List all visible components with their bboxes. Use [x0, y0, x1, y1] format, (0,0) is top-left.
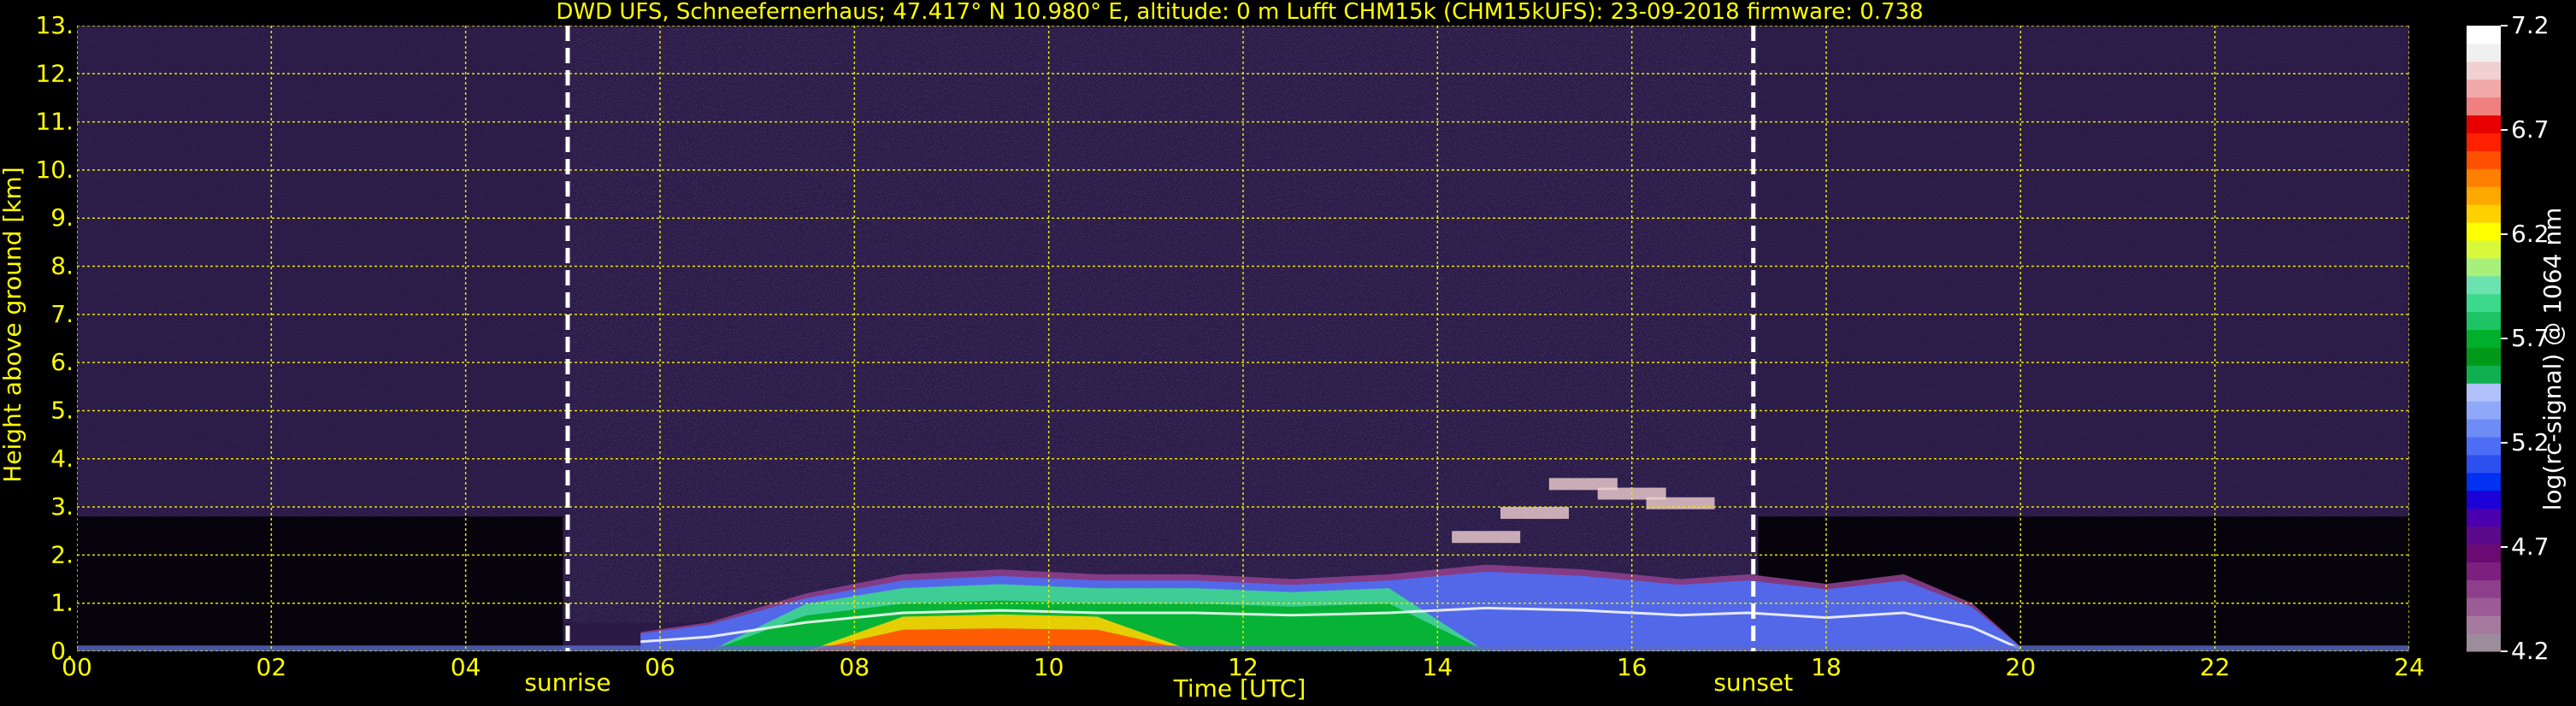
y-tick-label: 2. — [50, 540, 74, 568]
colorbar-segment — [2467, 168, 2501, 187]
x-tick-label: 04 — [451, 653, 481, 681]
night-noise-left — [77, 26, 563, 517]
colorbar-segment — [2467, 508, 2501, 527]
y-tick-label: 11. — [35, 108, 74, 136]
y-tick-label: 9. — [50, 203, 74, 232]
colorbar-segment — [2467, 257, 2501, 277]
colorbar-segment — [2467, 26, 2501, 44]
colorbar-segment — [2467, 239, 2501, 259]
colorbar-segment — [2467, 615, 2501, 634]
colorbar-segment — [2467, 633, 2501, 652]
colorbar-segment — [2467, 150, 2501, 169]
chart-title: DWD UFS, Schneefernerhaus; 47.417° N 10.… — [556, 0, 1923, 25]
colorbar-segment — [2467, 562, 2501, 580]
colorbar-segment — [2467, 275, 2501, 295]
marker-label-sunrise: sunrise — [524, 668, 610, 697]
x-tick-label: 06 — [645, 653, 675, 681]
colorbar-segment — [2467, 490, 2501, 509]
colorbar-segment — [2467, 186, 2501, 205]
x-tick-label: 20 — [2006, 653, 2037, 681]
colorbar-tick-label: 7.2 — [2511, 11, 2549, 39]
colorbar-segment — [2467, 580, 2501, 598]
colorbar-segment — [2467, 365, 2501, 384]
colorbar-segment — [2467, 437, 2501, 456]
x-tick-label: 18 — [1811, 653, 1842, 681]
y-tick-label: 5. — [50, 396, 74, 424]
colorbar-tick-label: 4.7 — [2511, 532, 2549, 561]
colorbar — [2467, 26, 2501, 652]
colorbar-segment — [2467, 132, 2501, 151]
x-tick-label: 24 — [2394, 653, 2425, 681]
colorbar-segment — [2467, 311, 2501, 331]
colorbar-segment — [2467, 472, 2501, 491]
colorbar-segment — [2467, 293, 2501, 313]
colorbar-segment — [2467, 204, 2501, 223]
cloud-patch — [1500, 507, 1569, 520]
y-tick-label: 12. — [35, 59, 74, 87]
y-tick-label: 0. — [50, 637, 74, 665]
colorbar-tick-label: 4.2 — [2511, 637, 2549, 665]
y-axis-label: Height above ground [km] — [0, 167, 27, 483]
colorbar-segment — [2467, 526, 2501, 545]
colorbar-segment — [2467, 383, 2501, 402]
x-axis-label: Time [UTC] — [1173, 674, 1306, 703]
y-tick-label: 8. — [50, 252, 74, 280]
y-tick-label: 13. — [35, 11, 74, 39]
x-tick-label: 14 — [1423, 653, 1453, 681]
daytime-noise — [563, 26, 1759, 623]
colorbar-segment — [2467, 79, 2501, 98]
colorbar-segment — [2467, 115, 2501, 133]
x-tick-label: 08 — [840, 653, 870, 681]
colorbar-segment — [2467, 222, 2501, 241]
y-tick-label: 1. — [50, 589, 74, 617]
y-tick-labels: 0. 1. 2. 3. 4. 5. 6. 7. 8. 9. 10. 11. 12. 13. — [35, 11, 74, 665]
plot-area — [77, 26, 2409, 651]
colorbar-segment — [2467, 544, 2501, 562]
colorbar-segment — [2467, 43, 2501, 62]
x-tick-label: 10 — [1034, 653, 1064, 681]
x-tick-label: 22 — [2200, 653, 2231, 681]
colorbar-segment — [2467, 61, 2501, 80]
marker-label-sunset: sunset — [1713, 668, 1793, 697]
x-tick-label: 02 — [256, 653, 287, 681]
colorbar-segment — [2467, 419, 2501, 438]
night-noise-right — [1758, 26, 2409, 517]
lidar-chart: DWD UFS, Schneefernerhaus; 47.417° N 10.… — [0, 0, 2567, 703]
colorbar-segment — [2467, 329, 2501, 348]
colorbar-segment — [2467, 454, 2501, 474]
colorbar-segment — [2467, 347, 2501, 366]
colorbar-segment — [2467, 97, 2501, 116]
y-tick-label: 3. — [50, 492, 74, 521]
colorbar-tick-label: 6.7 — [2511, 115, 2549, 144]
cloud-patch — [1452, 531, 1521, 544]
y-tick-label: 4. — [50, 444, 74, 473]
colorbar-segment — [2467, 597, 2501, 616]
x-tick-label: 16 — [1617, 653, 1648, 681]
y-tick-label: 7. — [50, 300, 74, 328]
colorbar-segment — [2467, 401, 2501, 420]
y-tick-label: 6. — [50, 348, 74, 376]
colorbar-label: log(rc-signal) @ 1064 nm — [2538, 208, 2567, 511]
night-lower-left — [77, 516, 563, 651]
y-tick-label: 10. — [35, 156, 74, 184]
